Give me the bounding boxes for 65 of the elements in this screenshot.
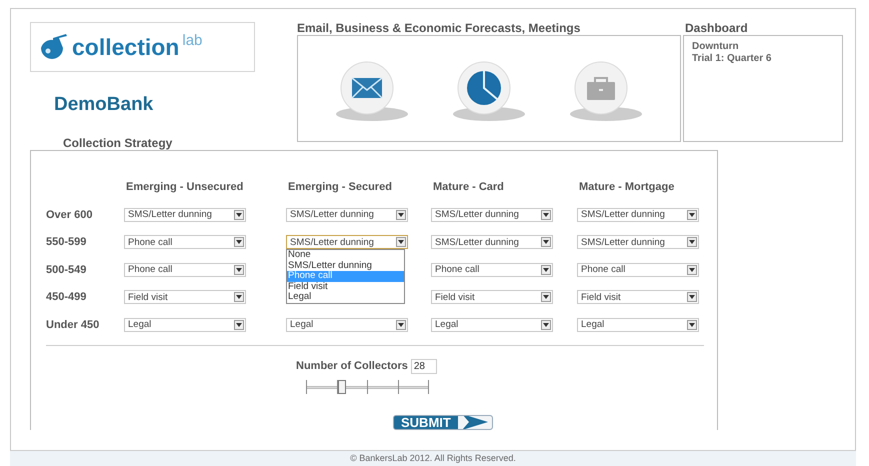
dropdown-select[interactable]: SMS/Letter dunning	[577, 235, 699, 250]
logo-text: collection	[72, 36, 180, 58]
dropdown-select[interactable]: Field visit	[124, 290, 246, 304]
section-title: Collection Strategy	[63, 137, 174, 150]
dropdown-select[interactable]: Legal	[577, 318, 699, 332]
caret-icon	[234, 237, 244, 248]
dropdown-select[interactable]: SMS/Letter dunning	[286, 235, 408, 250]
caret-icon	[541, 320, 551, 330]
dropdown-select[interactable]: SMS/Letter dunning	[431, 235, 553, 250]
caret-icon	[687, 320, 697, 330]
collectors-slider[interactable]	[306, 378, 429, 396]
dropdown-option[interactable]: SMS/Letter dunning	[287, 260, 404, 272]
column-header: Mature - Card	[433, 180, 505, 195]
caret-icon	[234, 320, 244, 330]
caret-icon	[396, 237, 406, 248]
dropdown-select[interactable]: Phone call	[431, 262, 553, 277]
caret-icon	[687, 237, 697, 248]
panel-title: Email, Business & Economic Forecasts, Meetings	[297, 22, 582, 35]
panel-title: Dashboard	[685, 22, 749, 35]
dropdown-select[interactable]: Field visit	[577, 290, 699, 304]
caret-icon	[234, 210, 244, 220]
arrow-icon	[462, 415, 488, 430]
dropdown-option[interactable]: Field visit	[287, 282, 404, 292]
flask-icon	[39, 34, 69, 60]
dropdown-select[interactable]: Phone call	[124, 262, 246, 277]
row-label: 450-499	[46, 290, 88, 305]
caret-icon	[687, 292, 697, 302]
row-label: 550-599	[46, 235, 88, 250]
dropdown-option[interactable]: Legal	[287, 292, 404, 303]
dropdown-select[interactable]: Phone call	[577, 262, 699, 277]
column-header: Emerging - Secured	[288, 180, 393, 195]
slider-thumb[interactable]	[338, 380, 346, 394]
caret-icon	[687, 210, 697, 220]
column-header: Emerging - Unsecured	[126, 180, 244, 195]
collectors-field[interactable]: 28	[410, 358, 437, 374]
dropdown-select[interactable]: SMS/Letter dunning	[577, 208, 699, 222]
column-header: Mature - Mortgage	[579, 180, 676, 195]
caret-icon	[234, 292, 244, 302]
dropdown-option[interactable]: None	[287, 250, 404, 261]
row-label: Under 450	[46, 318, 100, 332]
caret-icon	[541, 210, 551, 220]
caret-icon	[396, 320, 406, 330]
dashboard-text: Downturn	[692, 41, 740, 53]
dropdown-select[interactable]: Legal	[286, 318, 408, 332]
dropdown-select[interactable]: Legal	[431, 318, 553, 332]
dropdown-select[interactable]: Field visit	[431, 290, 553, 304]
dropdown-select[interactable]: Legal	[124, 318, 246, 332]
caret-icon	[541, 237, 551, 248]
collectors-label: Number of Collectors	[296, 359, 408, 374]
dropdown-select[interactable]: SMS/Letter dunning	[124, 208, 246, 222]
caret-icon	[396, 210, 406, 220]
caret-icon	[234, 264, 244, 275]
copyright-text: © BankersLab 2012. All Rights Reserved.	[350, 452, 516, 465]
dropdown-select[interactable]: SMS/Letter dunning	[286, 208, 408, 222]
caret-icon	[687, 264, 697, 275]
submit-button[interactable]: SUBMIT	[393, 414, 493, 430]
row-label: 500-549	[46, 262, 88, 278]
logo-superscript: lab	[182, 33, 202, 48]
dropdown-select[interactable]: Phone call	[124, 235, 246, 250]
dashboard-text: Trial 1: Quarter 6	[692, 53, 772, 65]
row-label: Over 600	[46, 208, 94, 222]
bank-name: DemoBank	[54, 93, 154, 117]
caret-icon	[541, 292, 551, 302]
caret-icon	[541, 264, 551, 275]
dropdown-select[interactable]: SMS/Letter dunning	[431, 208, 553, 222]
